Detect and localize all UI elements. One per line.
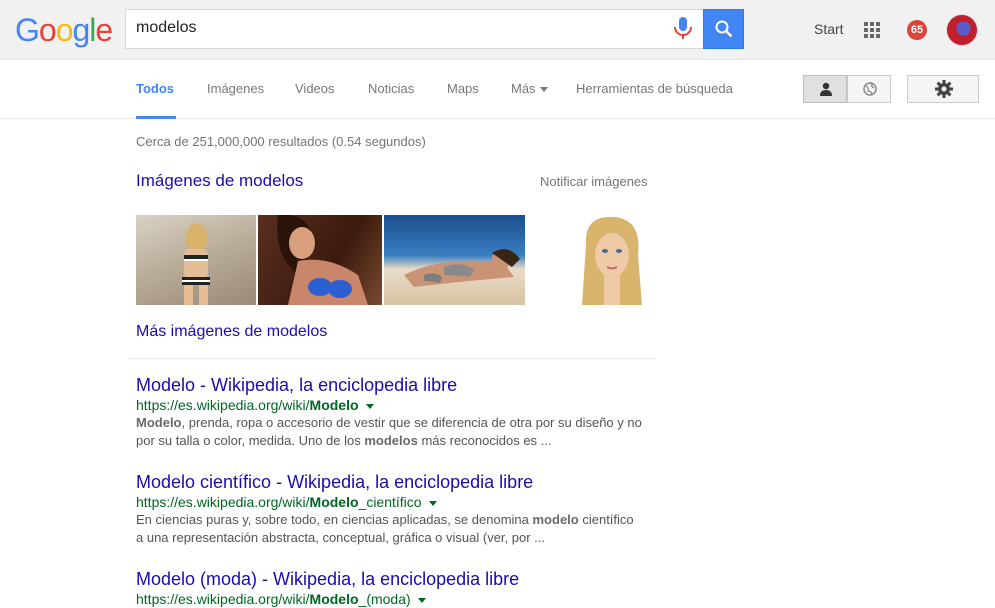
- image-thumbnail[interactable]: [258, 215, 382, 305]
- logo-letter: G: [15, 12, 40, 48]
- tab-imagenes[interactable]: Imágenes: [207, 81, 264, 96]
- google-logo[interactable]: Google: [15, 12, 113, 48]
- apps-grid-icon[interactable]: [864, 22, 880, 38]
- model-photo-1: [182, 223, 210, 305]
- result-options-caret-icon[interactable]: [417, 597, 426, 603]
- result-title-link[interactable]: Modelo (moda) - Wikipedia, la encicloped…: [136, 568, 656, 590]
- tab-search-tools[interactable]: Herramientas de búsqueda: [576, 81, 733, 96]
- result-options-caret-icon[interactable]: [365, 403, 374, 409]
- tab-mas-label: Más: [511, 81, 536, 96]
- snippet-bold: Modelo: [136, 415, 182, 430]
- url-prefix: https://es.wikipedia.org/wiki/: [136, 494, 310, 510]
- image-thumbnail[interactable]: [384, 215, 525, 305]
- url-bold: Modelo: [309, 591, 359, 607]
- results-stats: Cerca de 251,000,000 resultados (0.54 se…: [136, 134, 426, 149]
- microphone-icon[interactable]: [672, 17, 694, 41]
- person-icon: [820, 82, 832, 96]
- divider: [128, 358, 656, 359]
- gear-icon: [935, 80, 953, 98]
- images-heading-link[interactable]: Imágenes de modelos: [136, 171, 303, 191]
- snippet-bold: modelos: [364, 433, 418, 448]
- result-snippet: En ciencias puras y, sobre todo, en cien…: [136, 511, 656, 547]
- search-result: Modelo (moda) - Wikipedia, la encicloped…: [136, 568, 656, 608]
- snippet-text: por su talla o color, medida. Uno de los: [136, 433, 365, 448]
- settings-button[interactable]: [907, 75, 979, 103]
- url-suffix: _científico: [358, 494, 422, 510]
- search-button[interactable]: [703, 9, 744, 49]
- snippet-text: más reconocidos es ...: [417, 433, 552, 448]
- result-url: https://es.wikipedia.org/wiki/Modelo_(mo…: [136, 590, 656, 608]
- notifications-badge[interactable]: 65: [907, 20, 927, 40]
- logo-letter: e: [95, 12, 113, 48]
- snippet-text: , prenda, ropa o accesorio de vestir que…: [181, 415, 642, 430]
- url-bold: Modelo: [309, 494, 359, 510]
- logo-letter: o: [55, 12, 74, 48]
- result-snippet: Modelo, prenda, ropa o accesorio de vest…: [136, 414, 656, 450]
- image-thumbnail[interactable]: [576, 215, 648, 305]
- result-title-link[interactable]: Modelo - Wikipedia, la enciclopedia libr…: [136, 374, 656, 396]
- result-url: https://es.wikipedia.org/wiki/Modelo: [136, 396, 656, 414]
- logo-letter: o: [38, 12, 57, 48]
- active-tab-indicator: [136, 116, 176, 119]
- chevron-down-icon: [539, 87, 548, 93]
- url-suffix: _(moda): [358, 591, 411, 607]
- more-images-link[interactable]: Más imágenes de modelos: [136, 323, 327, 341]
- search-result: Modelo - Wikipedia, la enciclopedia libr…: [136, 374, 656, 450]
- report-images-link[interactable]: Notificar imágenes: [540, 174, 648, 189]
- logo-letter: g: [72, 12, 90, 48]
- search-box: [125, 9, 704, 49]
- search-input[interactable]: [136, 19, 656, 37]
- start-link[interactable]: Start: [814, 21, 844, 37]
- snippet-text: a una representación abstracta, conceptu…: [136, 530, 546, 545]
- result-title-link[interactable]: Modelo científico - Wikipedia, la encicl…: [136, 471, 656, 493]
- result-url: https://es.wikipedia.org/wiki/Modelo_cie…: [136, 493, 656, 511]
- tab-videos[interactable]: Videos: [295, 81, 335, 96]
- url-bold: Modelo: [309, 397, 359, 413]
- snippet-text: científico: [578, 512, 634, 527]
- personal-results-button[interactable]: [803, 75, 847, 103]
- snippet-text: En ciencias puras y, sobre todo, en cien…: [136, 512, 533, 527]
- result-options-caret-icon[interactable]: [428, 500, 437, 506]
- search-icon: [715, 20, 733, 38]
- tab-mas[interactable]: Más: [511, 81, 548, 96]
- model-photo-4: [582, 216, 642, 305]
- global-results-button[interactable]: [847, 75, 891, 103]
- url-prefix: https://es.wikipedia.org/wiki/: [136, 397, 310, 413]
- model-photo-2: [277, 215, 368, 305]
- avatar[interactable]: [946, 14, 978, 46]
- tab-noticias[interactable]: Noticias: [368, 81, 414, 96]
- image-thumbnail[interactable]: [136, 215, 256, 305]
- search-result: Modelo científico - Wikipedia, la encicl…: [136, 471, 656, 547]
- top-bar: Google Start 65: [0, 0, 995, 60]
- tab-maps[interactable]: Maps: [447, 81, 479, 96]
- snippet-bold: modelo: [532, 512, 579, 527]
- model-photo-3: [404, 249, 520, 287]
- tab-todos[interactable]: Todos: [136, 81, 174, 96]
- globe-icon: [863, 82, 877, 96]
- url-prefix: https://es.wikipedia.org/wiki/: [136, 591, 310, 607]
